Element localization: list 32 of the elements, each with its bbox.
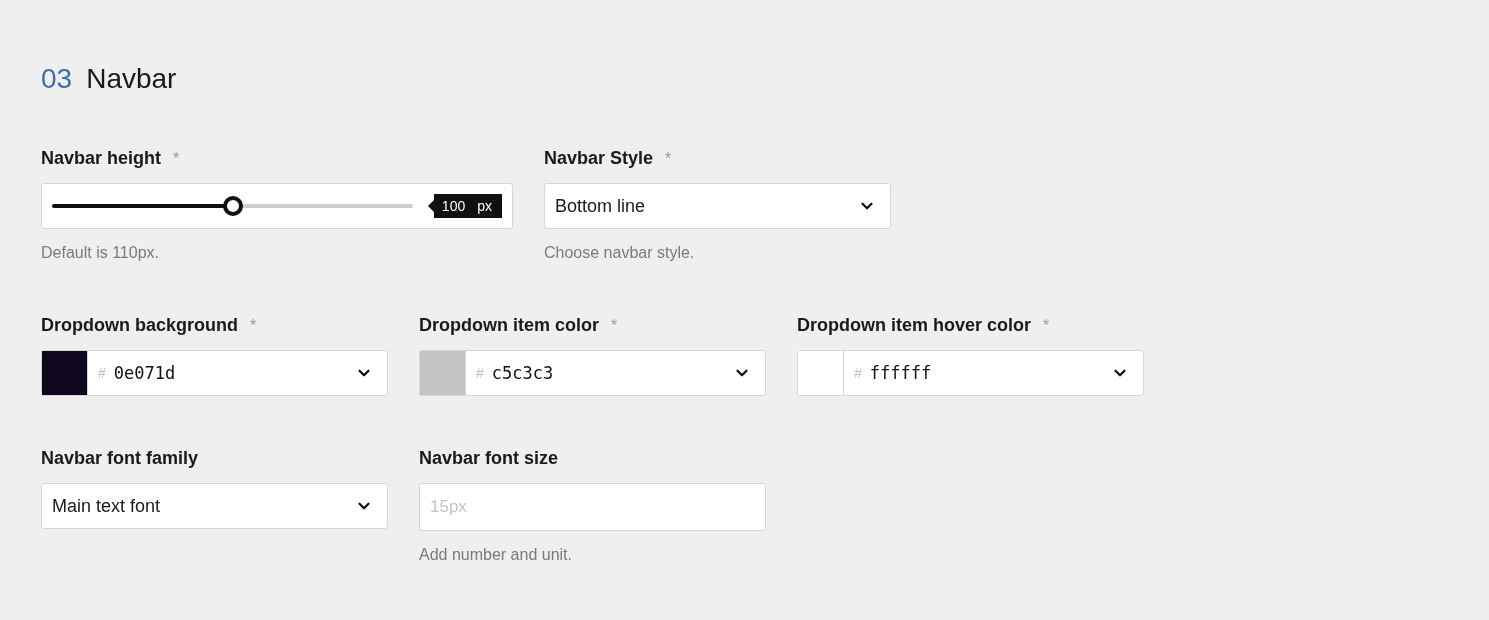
color-picker-dropdown[interactable]: # ffffff [797,350,1144,396]
section-number: 03 [41,63,73,95]
hash-sign: # [98,365,106,381]
hash-sign: # [854,365,862,381]
hash-sign: # [476,365,484,381]
hex-value: ffffff [869,363,932,383]
field-label: Dropdown item color [419,315,599,336]
select-dropdown[interactable]: Main text font [41,483,388,529]
help-text: Default is 110px. [41,244,160,262]
select-dropdown[interactable]: Bottom line [544,183,891,229]
unit-text: px [477,198,492,214]
section-title: Navbar [86,63,177,95]
color-picker-dropdown[interactable]: # c5c3c3 [419,350,766,396]
required-mark: * [611,317,618,335]
hex-value: c5c3c3 [491,363,554,383]
value-text: 100 [441,198,466,214]
field-label: Navbar Style [544,148,654,169]
field-label: Dropdown item hover color [797,315,1032,336]
required-mark: * [173,150,180,168]
field-label: Navbar font size [419,448,559,469]
required-mark: * [665,150,672,168]
field-label: Dropdown background [41,315,238,336]
field-label: Navbar height [41,148,162,169]
help-text: Choose navbar style. [544,244,696,262]
required-mark: * [1043,317,1050,335]
input-field[interactable]: 15px [419,483,766,531]
required-mark: * [250,317,257,335]
color-picker-dropdown[interactable]: # 0e071d [41,350,388,396]
slider-thumb[interactable] [222,196,243,216]
hex-value: 0e071d [113,363,176,383]
help-text: Add number and unit. [419,546,573,564]
field-label: Navbar font family [41,448,199,469]
